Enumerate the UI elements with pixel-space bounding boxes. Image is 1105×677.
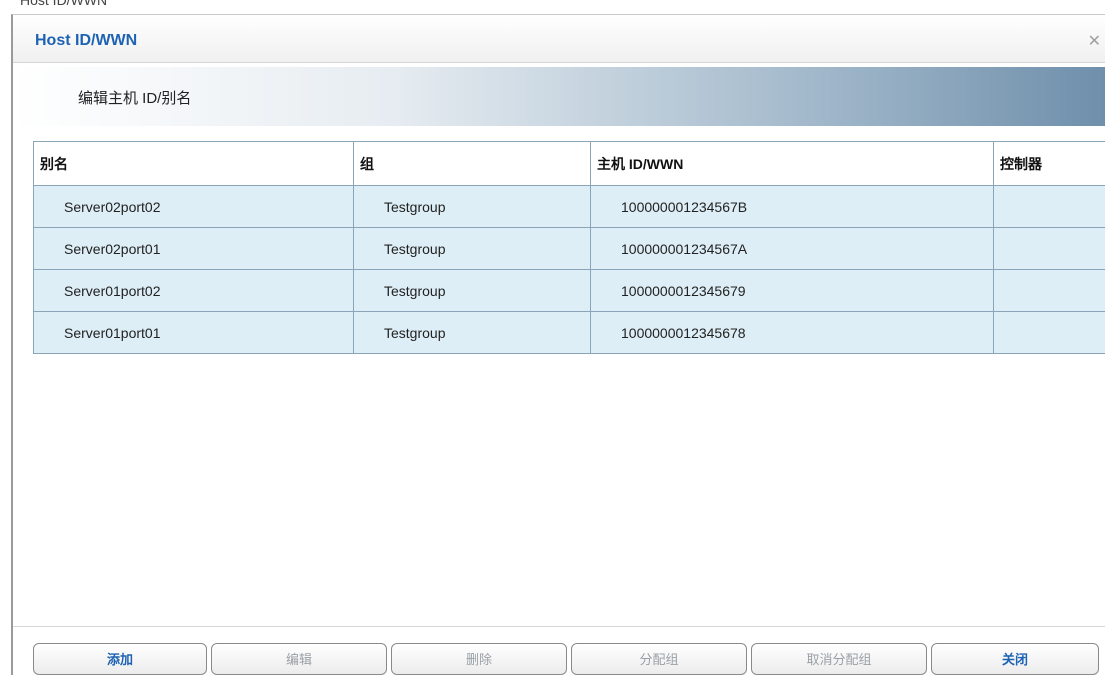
alias-text: Server01port02 xyxy=(34,283,161,299)
dialog-titlebar[interactable]: Host ID/WWN ✕ xyxy=(13,15,1105,63)
column-header-hostid[interactable]: 主机 ID/WWN xyxy=(591,142,994,186)
controller-cell xyxy=(994,228,1105,270)
controller-cell xyxy=(994,186,1105,228)
alias-cell: Server02port02 xyxy=(34,186,354,228)
table-header-row: 别名 组 主机 ID/WWN 控制器 xyxy=(34,142,1105,186)
dialog-title: Host ID/WWN xyxy=(35,32,137,50)
delete-button[interactable]: 删除 xyxy=(391,643,567,675)
host-table: 别名 组 主机 ID/WWN 控制器 Server02port02 Testgr… xyxy=(33,141,1105,354)
close-button[interactable]: 关闭 xyxy=(931,643,1099,675)
hostid-text: 100000001234567B xyxy=(591,199,747,215)
table-row[interactable]: Server01port02 Testgroup 100000001234567… xyxy=(34,270,1105,312)
column-header-group[interactable]: 组 xyxy=(354,142,591,186)
group-text: Testgroup xyxy=(354,283,445,299)
controller-cell xyxy=(994,312,1105,354)
hostid-text: 1000000012345678 xyxy=(591,325,746,341)
host-table-container: 别名 组 主机 ID/WWN 控制器 Server02port02 Testgr… xyxy=(33,141,1099,354)
hostid-text: 1000000012345679 xyxy=(591,283,746,299)
group-cell: Testgroup xyxy=(354,312,591,354)
host-id-wwn-dialog: Host ID/WWN ✕ 编辑主机 ID/别名 别名 组 主机 ID/WWN … xyxy=(11,14,1105,675)
edit-button[interactable]: 编辑 xyxy=(211,643,387,675)
add-button[interactable]: 添加 xyxy=(33,643,207,675)
group-text: Testgroup xyxy=(354,325,445,341)
button-bar: 添加 编辑 删除 分配组 取消分配组 关闭 xyxy=(33,643,1105,677)
hostid-cell: 1000000012345678 xyxy=(591,312,994,354)
hostid-cell: 100000001234567A xyxy=(591,228,994,270)
background-page: Host ID/WWN xyxy=(0,0,1105,14)
table-row[interactable]: Server01port01 Testgroup 100000001234567… xyxy=(34,312,1105,354)
alias-text: Server02port01 xyxy=(34,241,161,257)
controller-cell xyxy=(994,270,1105,312)
close-icon[interactable]: ✕ xyxy=(1088,31,1101,51)
hostid-text: 100000001234567A xyxy=(591,241,747,257)
group-cell: Testgroup xyxy=(354,270,591,312)
group-text: Testgroup xyxy=(354,241,445,257)
alias-text: Server01port01 xyxy=(34,325,161,341)
hostid-cell: 100000001234567B xyxy=(591,186,994,228)
alias-cell: Server01port01 xyxy=(34,312,354,354)
dialog-subheader: 编辑主机 ID/别名 xyxy=(13,67,1105,126)
group-cell: Testgroup xyxy=(354,228,591,270)
column-header-alias[interactable]: 别名 xyxy=(34,142,354,186)
unassign-group-button[interactable]: 取消分配组 xyxy=(751,643,927,675)
button-area-divider xyxy=(13,626,1105,627)
group-text: Testgroup xyxy=(354,199,445,215)
dialog-subtitle: 编辑主机 ID/别名 xyxy=(78,87,191,108)
hostid-cell: 1000000012345679 xyxy=(591,270,994,312)
table-row[interactable]: Server02port02 Testgroup 100000001234567… xyxy=(34,186,1105,228)
alias-text: Server02port02 xyxy=(34,199,161,215)
background-text: Host ID/WWN xyxy=(20,0,107,8)
column-header-controller[interactable]: 控制器 xyxy=(994,142,1105,186)
alias-cell: Server01port02 xyxy=(34,270,354,312)
alias-cell: Server02port01 xyxy=(34,228,354,270)
table-row[interactable]: Server02port01 Testgroup 100000001234567… xyxy=(34,228,1105,270)
group-cell: Testgroup xyxy=(354,186,591,228)
assign-group-button[interactable]: 分配组 xyxy=(571,643,747,675)
